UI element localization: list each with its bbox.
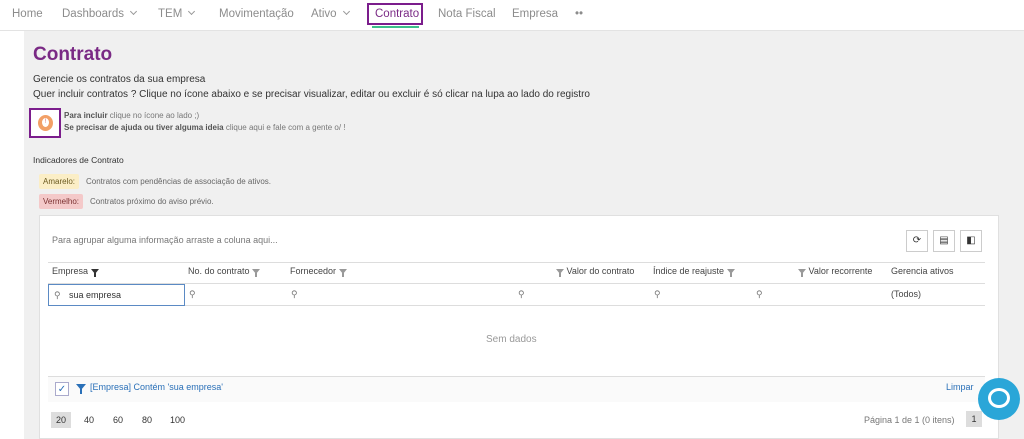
empresa-search-input[interactable]: ⚲ sua empresa: [48, 284, 185, 306]
export-button[interactable]: ▤: [933, 230, 955, 252]
filter-icon[interactable]: [252, 269, 261, 278]
yellow-text: Contratos com pendências de associação d…: [86, 177, 271, 186]
nav-ativo[interactable]: Ativo: [311, 7, 350, 20]
active-tab-highlight: [367, 3, 423, 25]
hint-help-bold: Se precisar de ajuda ou tiver alguma ide…: [64, 123, 224, 132]
hint-include-text: clique no ícone ao lado ;): [107, 111, 200, 120]
col-fornecedor[interactable]: Fornecedor: [290, 266, 347, 278]
filter-expression[interactable]: [Empresa] Contém 'sua empresa': [90, 382, 223, 392]
group-panel[interactable]: Para agrupar alguma informação arraste a…: [52, 235, 278, 245]
col-empresa[interactable]: Empresa: [52, 266, 99, 278]
top-nav: Home Dashboards TEM Movimentação Ativo C…: [0, 0, 1024, 31]
col-gerencia-ativos[interactable]: Gerencia ativos: [891, 266, 954, 276]
search-icon: ⚲: [54, 290, 61, 300]
nav-tem[interactable]: TEM: [158, 7, 196, 20]
col-indice-reajuste-label: Índice de reajuste: [653, 266, 725, 276]
empresa-search-value: sua empresa: [69, 290, 122, 300]
page-info: Página 1 de 1 (0 itens): [864, 415, 955, 425]
page-instructions: Quer incluir contratos ? Clique no ícone…: [33, 89, 590, 100]
red-text: Contratos próximo do aviso prévio.: [90, 197, 214, 206]
add-contract-button[interactable]: !: [29, 108, 61, 138]
add-icon: !: [38, 115, 53, 131]
gerencia-filter[interactable]: (Todos): [891, 289, 921, 299]
chevron-down-icon: [129, 7, 138, 16]
page-size-20[interactable]: 20: [51, 412, 72, 428]
nav-empresa[interactable]: Empresa: [512, 8, 558, 20]
search-icon[interactable]: ⚲: [518, 289, 525, 300]
empty-message: Sem dados: [486, 334, 537, 345]
indicators-title: Indicadores de Contrato: [33, 155, 124, 165]
nav-dashboards-label: Dashboards: [62, 8, 125, 20]
refresh-icon: ⟳: [912, 235, 922, 246]
filter-icon[interactable]: [90, 269, 99, 278]
data-grid: [39, 215, 999, 439]
page-size-100[interactable]: 100: [170, 415, 185, 425]
nav-dashboards[interactable]: Dashboards: [62, 7, 138, 20]
nav-nota-fiscal[interactable]: Nota Fiscal: [438, 8, 496, 20]
export-icon: ▤: [939, 235, 949, 246]
hint-include-bold: Para incluir: [64, 111, 108, 120]
col-valor-recorrente[interactable]: Valor recorrente: [798, 266, 873, 278]
col-valor-contrato[interactable]: Valor do contrato: [556, 266, 635, 278]
col-fornecedor-label: Fornecedor: [290, 266, 337, 276]
page-description: Gerencie os contratos da sua empresa: [33, 74, 206, 85]
col-valor-recorrente-label: Valor recorrente: [808, 266, 873, 276]
chat-button[interactable]: [978, 378, 1020, 420]
filter-icon[interactable]: [338, 269, 347, 278]
col-valor-contrato-label: Valor do contrato: [566, 266, 635, 276]
page-size-40[interactable]: 40: [84, 415, 94, 425]
col-empresa-label: Empresa: [52, 266, 89, 276]
page-size-80[interactable]: 80: [142, 415, 152, 425]
hint-help-text: clique aqui e fale com a gente o/ !: [223, 123, 346, 132]
chat-icon: [988, 388, 1010, 408]
nav-tem-label: TEM: [158, 8, 183, 20]
hint-include: Para incluir clique no ícone ao lado ;): [64, 111, 199, 120]
search-icon[interactable]: ⚲: [654, 289, 661, 300]
filter-icon[interactable]: [798, 269, 806, 278]
refresh-button[interactable]: ⟳: [906, 230, 928, 252]
nav-more[interactable]: ••: [575, 8, 583, 20]
col-no-contrato[interactable]: No. do contrato: [188, 266, 261, 278]
nav-ativo-label: Ativo: [311, 8, 337, 20]
filter-enable-checkbox[interactable]: ✓: [55, 382, 69, 396]
col-indice-reajuste[interactable]: Índice de reajuste: [653, 266, 735, 278]
page-number[interactable]: 1: [966, 411, 982, 427]
yellow-badge: Amarelo:: [39, 174, 80, 189]
hint-help[interactable]: Se precisar de ajuda ou tiver alguma ide…: [64, 123, 345, 132]
col-no-contrato-label: No. do contrato: [188, 266, 250, 276]
column-chooser-button[interactable]: ◧: [960, 230, 982, 252]
nav-home[interactable]: Home: [12, 8, 43, 20]
search-icon[interactable]: ⚲: [189, 289, 196, 300]
filter-icon[interactable]: [76, 384, 86, 394]
chevron-down-icon: [188, 7, 196, 16]
nav-movimentacao[interactable]: Movimentação: [219, 8, 294, 20]
filter-icon[interactable]: [556, 269, 564, 278]
filter-icon[interactable]: [726, 269, 735, 278]
column-chooser-icon: ◧: [966, 235, 976, 246]
chevron-down-icon: [342, 7, 350, 16]
page-title: Contrato: [33, 44, 113, 65]
search-icon[interactable]: ⚲: [756, 289, 763, 300]
page-size-60[interactable]: 60: [113, 415, 123, 425]
search-icon[interactable]: ⚲: [291, 289, 298, 300]
active-tab-underline: [372, 26, 419, 28]
clear-filter-button[interactable]: Limpar: [946, 382, 974, 392]
red-badge: Vermelho:: [39, 194, 84, 209]
